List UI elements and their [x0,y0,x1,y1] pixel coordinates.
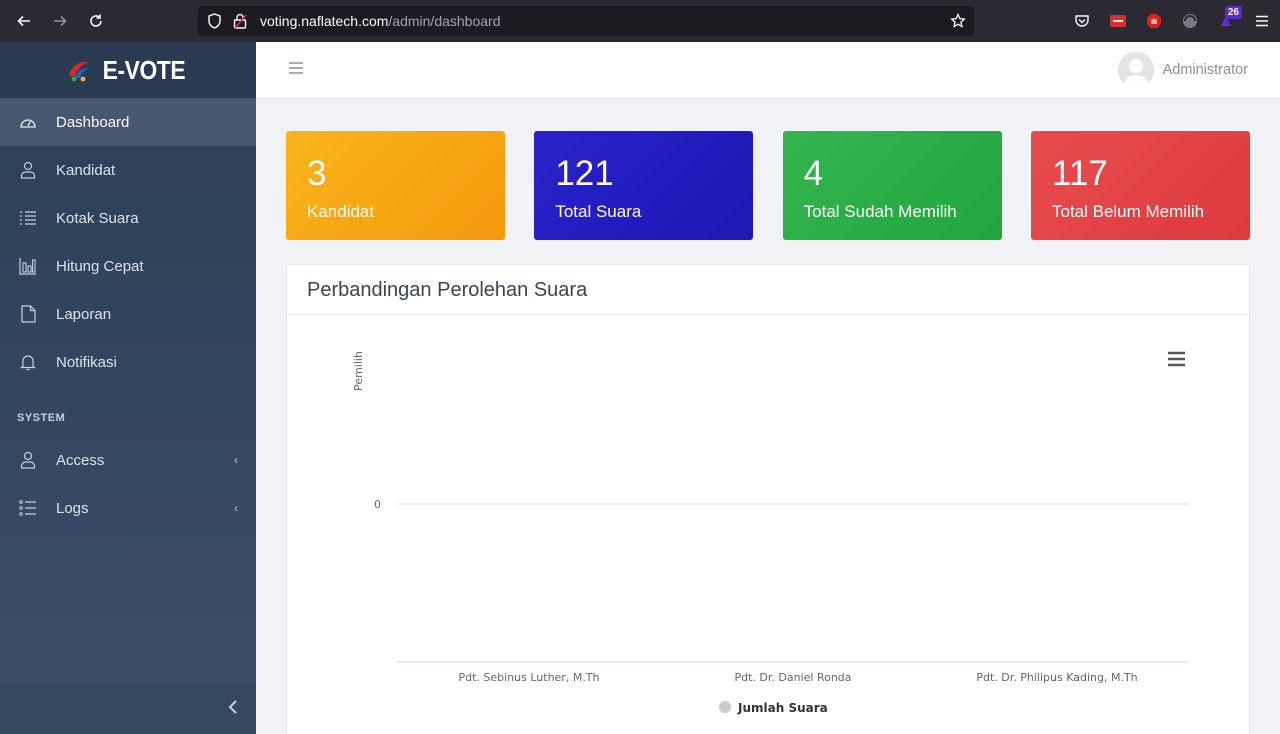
sidebar: E-VOTE Dashboard Kandidat Kotak Suara Hi… [0,42,256,734]
stat-label: Total Belum Memilih [1051,202,1205,221]
sidebar-item-label: Kotak Suara [56,209,139,227]
chart-y-tick-label: 0 [374,498,381,511]
sidebar-item-label: Access [56,451,105,469]
brand-logo-icon [69,61,90,82]
chart-x-tick-label: Pdt. Sebinus Luther, M.Th [458,671,599,684]
browser-menu-icon[interactable] [1244,0,1280,42]
user-menu[interactable]: Administrator [1117,52,1248,88]
shield-icon[interactable] [206,13,222,29]
arrow-right-icon [54,15,67,27]
url-host: voting.naflatech.com [260,13,389,29]
sidebar-item-label: Notifikasi [56,353,117,371]
user-icon [18,160,38,180]
pocket-icon[interactable] [1064,0,1100,42]
sidebar-item-laporan[interactable]: Laporan [0,290,256,338]
lock-warning-icon[interactable] [232,13,248,29]
sidebar-item-label: Hitung Cepat [56,257,144,275]
vote-chart: Pemilih 0 Pdt. Sebinus Luther, M.Th Pdt. D… [352,348,1190,715]
stat-card-sudah-memilih[interactable]: 4 Total Sudah Memilih [782,131,1002,240]
stat-card-total-suara[interactable]: 121 Total Suara [534,131,754,240]
gauge-icon [18,112,38,132]
adblock-icon[interactable] [1136,0,1172,42]
user-icon [18,450,38,470]
list-icon [18,208,38,228]
sidebar-item-label: Logs [56,499,89,517]
sidebar-item-label: Dashboard [56,113,130,131]
chart-x-tick-label: Pdt. Dr. Daniel Ronda [734,671,851,684]
hamburger-icon [289,61,303,74]
sidebar-item-kotak-suara[interactable]: Kotak Suara [0,194,256,242]
top-header: Administrator [256,42,1280,99]
stat-value: 3 [307,154,327,193]
document-icon [18,304,38,324]
sidebar-item-dashboard[interactable]: Dashboard [0,98,256,146]
chart-ylabel: Pemilih [352,351,365,391]
stat-value: 121 [555,154,614,193]
stat-card-belum-memilih[interactable]: 117 Total Belum Memilih [1030,131,1250,240]
sidebar-item-logs[interactable]: Logs ‹ [0,484,256,532]
sidebar-system-menu: Access ‹ Logs ‹ [0,436,256,532]
vote-comparison-panel: Perbandingan Perolehan Suara Pemilih 0 Pd… [286,264,1250,734]
forward-button[interactable] [42,0,78,42]
panel-title: Perbandingan Perolehan Suara [287,265,1249,315]
sidebar-item-label: Laporan [56,305,112,323]
url-path: /admin/dashboard [388,13,501,29]
chart-legend-marker [719,701,731,713]
stat-card-kandidat[interactable]: 3 Kandidat [286,131,505,240]
stat-label: Kandidat [307,202,375,221]
user-avatar-icon [1117,52,1154,88]
bookmark-star-icon[interactable] [950,13,966,29]
main-content: Administrator 3 Kandidat 121 Total Suara… [256,42,1280,734]
sidebar-collapse-bar [0,684,256,734]
stat-label: Total Suara [555,202,642,221]
chart-legend-label: Jumlah Suara [737,701,828,715]
stat-label: Total Sudah Memilih [803,202,957,221]
chart-menu-button[interactable] [1162,348,1190,370]
stat-value: 117 [1051,154,1108,193]
chevron-left-icon [228,699,237,714]
back-button[interactable] [6,0,42,42]
bell-icon [18,352,38,372]
browser-toolbar: voting.naflatech.com/admin/dashboard 26 [0,0,1280,42]
sidebar-item-kandidat[interactable]: Kandidat [0,146,256,194]
sidebar-section-system: SYSTEM [17,412,66,424]
address-bar[interactable]: voting.naflatech.com/admin/dashboard [198,6,974,36]
brand[interactable]: E-VOTE [0,42,256,98]
extension-badge: 26 [1224,6,1242,19]
stat-cards: 3 Kandidat 121 Total Suara 4 Total Sudah… [286,131,1250,240]
reload-button[interactable] [78,0,114,42]
bar-chart-icon [18,256,38,276]
chevron-left-icon: ‹ [234,501,238,515]
user-name: Administrator [1162,62,1248,78]
sidebar-menu: Dashboard Kandidat Kotak Suara Hitung Ce… [0,98,256,386]
chevron-left-icon: ‹ [234,453,238,467]
extension-gray-icon[interactable] [1172,0,1208,42]
sidebar-item-hitung-cepat[interactable]: Hitung Cepat [0,242,256,290]
brand-name: E-VOTE [102,54,186,85]
url-text: voting.naflatech.com/admin/dashboard [260,13,500,29]
stat-value: 4 [803,154,824,193]
arrow-left-icon [17,15,30,27]
sidebar-item-notifikasi[interactable]: Notifikasi [0,338,256,386]
avatar [1117,52,1154,88]
collapse-sidebar-button[interactable] [228,699,238,720]
reload-icon [90,14,102,27]
chart-x-tick-label: Pdt. Dr. Philipus Kading, M.Th [976,671,1137,684]
list-icon [18,498,38,518]
menu-toggle-button[interactable] [288,61,304,80]
extension-purple-icon[interactable]: 26 [1208,0,1244,42]
sidebar-item-label: Kandidat [56,161,116,179]
extension-red-icon[interactable] [1100,0,1136,42]
sidebar-item-access[interactable]: Access ‹ [0,436,256,484]
